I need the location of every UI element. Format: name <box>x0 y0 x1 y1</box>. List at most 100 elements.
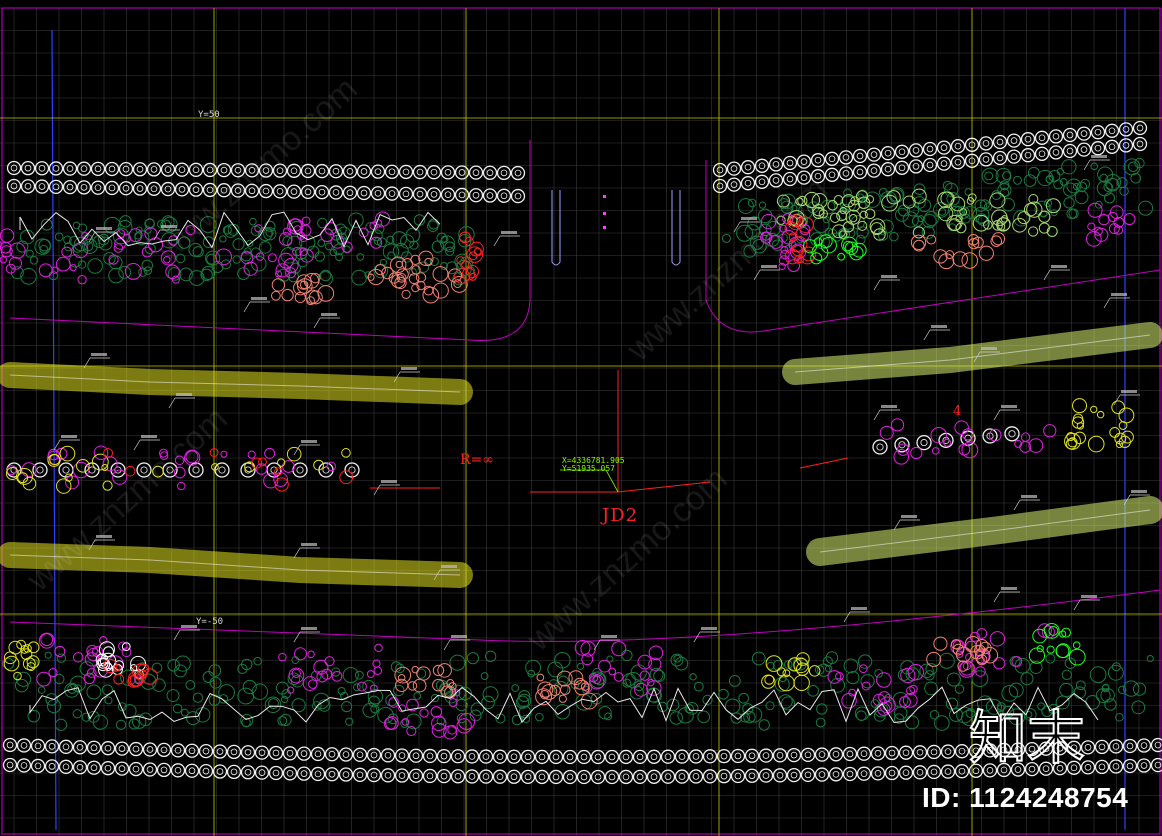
tree-symbol <box>136 185 144 192</box>
tree-symbol <box>408 768 424 783</box>
tree-symbol <box>478 749 494 764</box>
tree-symbol <box>524 773 532 781</box>
shrub-symbol <box>924 670 935 681</box>
tree-symbol <box>1006 133 1022 148</box>
tree-symbol <box>842 170 850 177</box>
tree-symbol <box>76 180 92 195</box>
tree-symbol <box>510 188 526 204</box>
shrub-symbol <box>1072 413 1084 424</box>
tree-symbol <box>52 165 60 172</box>
tree-symbol <box>1140 762 1148 769</box>
tree-symbol <box>300 770 308 777</box>
tree-symbol <box>744 179 752 187</box>
tree-symbol <box>48 763 56 770</box>
shrub-symbol <box>857 220 868 231</box>
tree-symbol <box>34 742 42 750</box>
shrub-symbol <box>697 710 710 724</box>
tree-symbol <box>86 740 102 755</box>
callout-text-mark <box>851 607 867 610</box>
shrub-symbol <box>598 659 611 673</box>
tree-symbol <box>374 189 382 197</box>
shrub-symbol <box>1061 669 1072 680</box>
tree-symbol <box>146 766 154 773</box>
callout-text-mark <box>301 627 317 630</box>
shrub-symbol <box>1072 398 1088 414</box>
tree-symbol <box>422 768 438 784</box>
tree-symbol <box>814 767 830 782</box>
tree-symbol <box>388 190 396 197</box>
tree-symbol <box>1122 142 1130 149</box>
tree-symbol <box>1090 141 1106 156</box>
tree-symbol <box>902 769 910 776</box>
tree-symbol <box>510 753 518 761</box>
tree-symbol <box>884 165 892 173</box>
tree-symbol <box>1066 147 1074 155</box>
shrub-symbol <box>965 640 978 653</box>
shrub-symbol <box>989 192 1006 209</box>
shrub-symbol <box>232 255 241 264</box>
shrub-symbol <box>876 672 892 688</box>
shrub-symbol <box>1089 666 1107 684</box>
tree-symbol <box>486 192 494 199</box>
callout-text-mark <box>91 353 107 356</box>
shrub-symbol <box>413 692 422 700</box>
shrub-symbol <box>751 651 766 666</box>
tree-symbol <box>268 745 284 761</box>
znzmo-logo-watermark: 知末 <box>968 703 1086 770</box>
tree-symbol <box>908 159 924 174</box>
shrub-symbol <box>608 667 617 676</box>
callout-leader <box>873 409 881 421</box>
tree-symbol <box>912 745 928 760</box>
shrub-symbol <box>185 680 196 690</box>
tree-symbol <box>1112 743 1120 750</box>
shrub-symbol <box>1059 630 1067 638</box>
tree-symbol <box>1076 142 1092 157</box>
tree-symbol <box>604 749 620 765</box>
y-offset-bottom-label: Y=-50 <box>196 617 224 627</box>
tree-symbol <box>58 739 74 754</box>
tree-symbol <box>762 772 770 779</box>
shrub-symbol <box>942 180 953 191</box>
shrub-symbol <box>1059 682 1074 698</box>
tree-symbol <box>500 169 508 177</box>
shrub-symbol <box>432 282 449 299</box>
tree-symbol <box>398 186 414 201</box>
shrub-symbol <box>1072 641 1081 650</box>
tree-symbol <box>80 184 88 191</box>
shrub-symbol <box>72 461 90 479</box>
callout-text-mark <box>301 543 317 546</box>
tree-symbol <box>1108 127 1116 135</box>
tree-symbol <box>380 768 396 783</box>
shrub-symbol <box>909 684 918 694</box>
tree-symbol <box>832 750 840 758</box>
shrub-symbol <box>247 450 256 459</box>
shrub-symbol <box>902 211 919 228</box>
shrub-symbol <box>1111 400 1125 415</box>
tree-symbol <box>206 166 214 174</box>
tree-symbol <box>356 751 364 759</box>
cad-viewport[interactable]: www.znzmo.com www.znzmo.com www.znzmo.co… <box>0 0 1162 836</box>
tree-symbol <box>786 159 794 167</box>
tree-symbol <box>370 164 386 179</box>
tree-symbol <box>482 773 490 780</box>
shrub-symbol <box>37 686 46 694</box>
tree-symbol <box>828 767 844 782</box>
tree-symbol <box>226 744 242 760</box>
callout-text-mark <box>1021 495 1037 498</box>
tree-symbol <box>944 768 952 775</box>
tree-symbol <box>156 742 172 758</box>
tree-symbol <box>650 773 658 781</box>
tree-symbol <box>1122 126 1130 133</box>
tree-symbol <box>328 164 344 179</box>
tree-symbol <box>440 187 456 202</box>
shrub-symbol <box>1038 222 1050 234</box>
shrub-symbol <box>430 706 443 718</box>
tree-symbol <box>720 772 728 780</box>
tree-symbol <box>758 768 774 783</box>
tree-symbol <box>426 187 442 202</box>
tree-symbol <box>856 746 872 761</box>
shrub-symbol <box>278 652 287 662</box>
shrub-symbol <box>72 221 81 230</box>
shrub-symbol <box>341 701 353 713</box>
shrub-symbol <box>271 278 286 292</box>
